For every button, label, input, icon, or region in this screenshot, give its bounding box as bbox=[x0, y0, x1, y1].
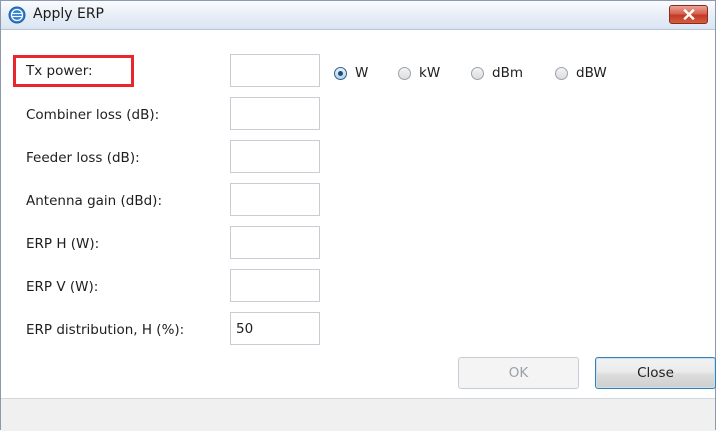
radio-unchecked-icon bbox=[555, 66, 568, 80]
radio-checked-icon bbox=[334, 66, 347, 80]
tx-power-field[interactable] bbox=[230, 54, 320, 87]
erp-distribution-field[interactable] bbox=[230, 312, 320, 345]
feeder-loss-field[interactable] bbox=[230, 140, 320, 173]
tx-power-label: Tx power: bbox=[26, 63, 93, 79]
close-icon bbox=[682, 9, 695, 20]
window-title: Apply ERP bbox=[33, 6, 104, 22]
radio-unchecked-icon bbox=[398, 66, 411, 80]
close-button[interactable]: Close bbox=[595, 357, 716, 389]
apply-erp-dialog: Apply ERP Tx power: Combiner loss (dB): … bbox=[0, 0, 716, 431]
unit-radio-dbw[interactable]: dBW bbox=[555, 65, 607, 81]
unit-radio-label: dBm bbox=[492, 65, 523, 81]
antenna-gain-label: Antenna gain (dBd): bbox=[26, 193, 162, 209]
radio-unchecked-icon bbox=[471, 66, 484, 80]
unit-radio-dbm[interactable]: dBm bbox=[471, 65, 523, 81]
combiner-loss-label: Combiner loss (dB): bbox=[26, 107, 160, 123]
erp-v-field[interactable] bbox=[230, 269, 320, 302]
combiner-loss-field[interactable] bbox=[230, 97, 320, 130]
erp-distribution-label: ERP distribution, H (%): bbox=[26, 322, 185, 338]
unit-radio-kw[interactable]: kW bbox=[398, 65, 440, 81]
erp-h-field[interactable] bbox=[230, 226, 320, 259]
ok-button[interactable]: OK bbox=[458, 357, 579, 389]
erp-v-label: ERP V (W): bbox=[26, 279, 99, 295]
antenna-gain-field[interactable] bbox=[230, 183, 320, 216]
title-bar[interactable]: Apply ERP bbox=[1, 1, 715, 30]
app-icon bbox=[8, 6, 26, 24]
feeder-loss-label: Feeder loss (dB): bbox=[26, 150, 140, 166]
erp-h-label: ERP H (W): bbox=[26, 236, 100, 252]
unit-radio-label: W bbox=[355, 65, 369, 81]
status-bar bbox=[1, 398, 715, 431]
close-window-button[interactable] bbox=[669, 5, 708, 24]
unit-radio-label: kW bbox=[419, 65, 441, 81]
unit-radio-w[interactable]: W bbox=[334, 65, 368, 81]
unit-radio-label: dBW bbox=[576, 65, 607, 81]
